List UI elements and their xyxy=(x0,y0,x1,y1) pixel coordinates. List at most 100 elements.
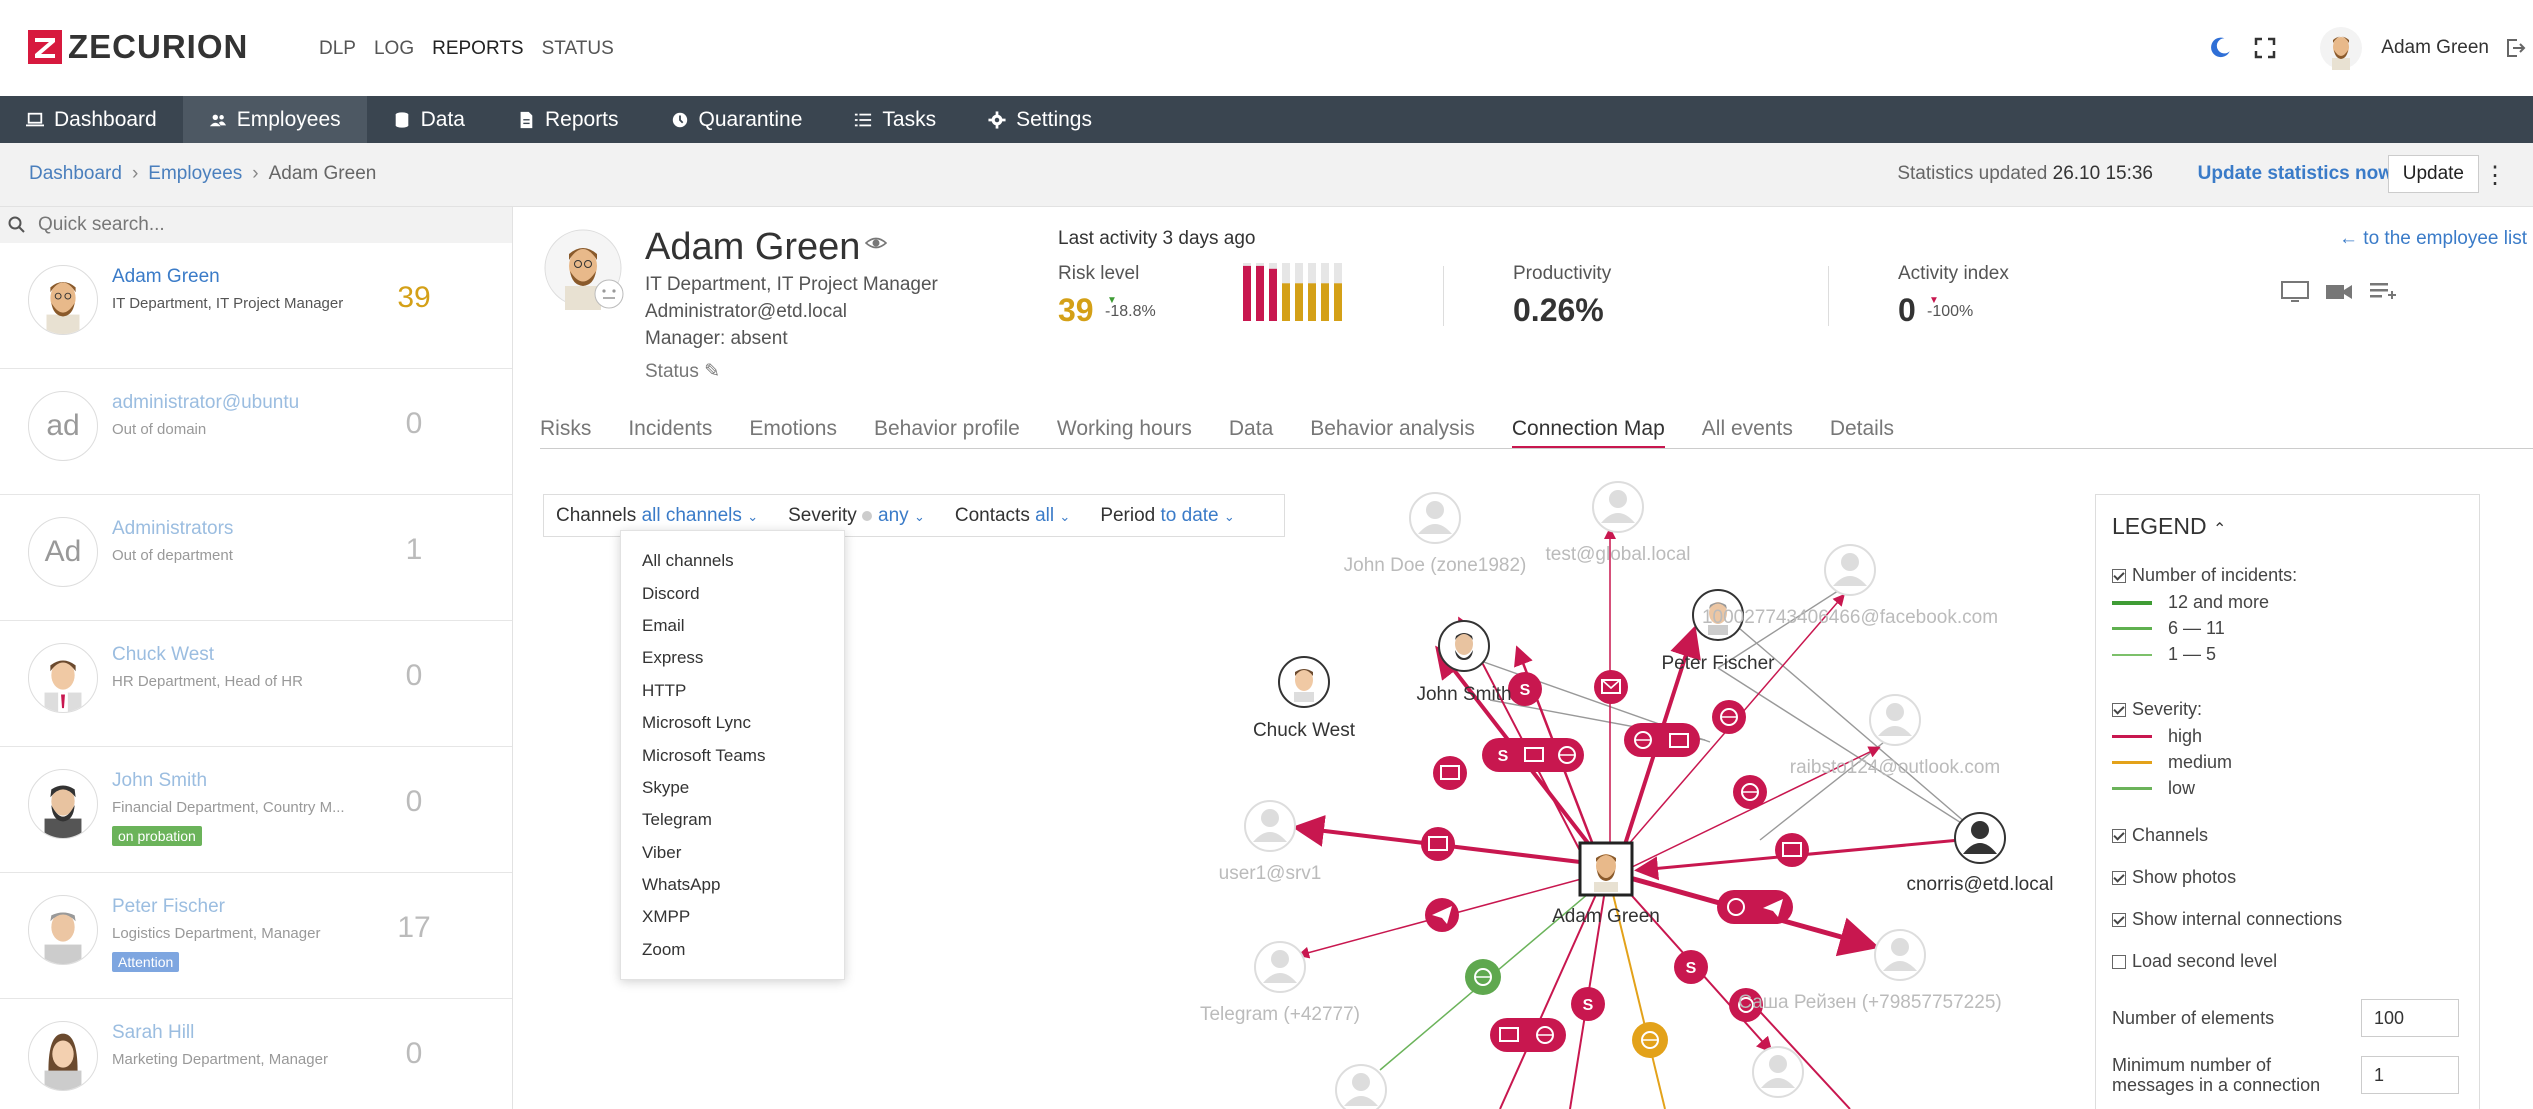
incidents-toggle[interactable]: Number of incidents: xyxy=(2112,565,2297,586)
dropdown-option[interactable]: Skype xyxy=(621,772,844,804)
contact-node[interactable] xyxy=(1335,1064,1387,1109)
nav-quarantine[interactable]: Quarantine xyxy=(645,96,829,143)
fullscreen-icon[interactable] xyxy=(2253,36,2277,60)
back-to-list-link[interactable]: ← to the employee list xyxy=(2339,228,2527,250)
contacts-filter[interactable]: Contacts all ⌄ xyxy=(955,505,1070,527)
period-filter[interactable]: Period to date ⌄ xyxy=(1100,505,1235,527)
employee-name[interactable]: Chuck West xyxy=(112,644,214,666)
checkbox[interactable] xyxy=(2112,912,2126,927)
contact-node[interactable] xyxy=(1244,800,1296,852)
dropdown-option[interactable]: Express xyxy=(621,642,844,674)
nav-tasks[interactable]: Tasks xyxy=(828,96,962,143)
tab-data[interactable]: Data xyxy=(1229,417,1273,448)
list-item[interactable]: John Smith Financial Department, Country… xyxy=(0,747,512,873)
checkbox[interactable] xyxy=(2112,954,2126,969)
topnav-dlp[interactable]: DLP xyxy=(319,38,356,60)
load-second-level-toggle[interactable]: Load second level xyxy=(2112,951,2277,972)
dropdown-option[interactable]: Microsoft Teams xyxy=(621,739,844,771)
nav-employees[interactable]: Employees xyxy=(182,96,367,143)
list-item[interactable]: Chuck West HR Department, Head of HR 0 xyxy=(0,621,512,747)
tab-risks[interactable]: Risks xyxy=(540,417,591,448)
pencil-icon[interactable]: ✎ xyxy=(704,361,720,382)
cnorris-node[interactable] xyxy=(1954,812,2006,864)
employee-name[interactable]: Adam Green xyxy=(112,266,220,288)
nav-reports[interactable]: Reports xyxy=(491,96,645,143)
contact-node[interactable] xyxy=(1752,1046,1804,1098)
more-menu-icon[interactable]: ⋮ xyxy=(2483,161,2507,190)
topnav-status[interactable]: STATUS xyxy=(542,38,614,60)
tab-details[interactable]: Details xyxy=(1830,417,1894,448)
email-badge-icon[interactable] xyxy=(1775,833,1809,867)
tab-connection-map[interactable]: Connection Map xyxy=(1511,417,1665,448)
center-node[interactable] xyxy=(1578,841,1634,897)
checkbox[interactable] xyxy=(2112,870,2126,885)
topnav-reports[interactable]: REPORTS xyxy=(432,38,524,60)
tab-behavior-analysis[interactable]: Behavior analysis xyxy=(1310,417,1475,448)
avatar[interactable] xyxy=(2319,26,2363,70)
eye-icon[interactable] xyxy=(865,232,887,254)
contact-node[interactable] xyxy=(1824,544,1876,596)
dropdown-option[interactable]: Discord xyxy=(621,577,844,609)
employee-name[interactable]: John Smith xyxy=(112,770,207,792)
status-edit[interactable]: Status ✎ xyxy=(645,360,720,383)
dropdown-option[interactable]: All channels xyxy=(621,545,844,577)
playlist-add-icon[interactable] xyxy=(2368,280,2398,304)
legend-toggle[interactable]: LEGEND ⌃ xyxy=(2112,513,2226,540)
breadcrumb-dashboard[interactable]: Dashboard xyxy=(29,163,122,185)
nav-dashboard[interactable]: Dashboard xyxy=(0,96,183,143)
tab-working-hours[interactable]: Working hours xyxy=(1057,417,1192,448)
dropdown-option[interactable]: HTTP xyxy=(621,675,844,707)
severity-toggle[interactable]: Severity: xyxy=(2112,699,2202,720)
chuck-west-node[interactable] xyxy=(1278,656,1330,708)
email-badge-icon[interactable] xyxy=(1433,756,1467,790)
update-statistics-link[interactable]: Update statistics now xyxy=(2198,163,2393,185)
email-badge-icon[interactable] xyxy=(1421,827,1455,861)
topnav-log[interactable]: LOG xyxy=(374,38,414,60)
employee-name[interactable]: Sarah Hill xyxy=(112,1022,194,1044)
user-name[interactable]: Adam Green xyxy=(2381,37,2489,59)
contact-node[interactable] xyxy=(1874,929,1926,981)
severity-filter[interactable]: Severity any ⌄ xyxy=(788,505,925,527)
min-messages-input[interactable]: 1 xyxy=(2361,1056,2459,1094)
tab-behavior-profile[interactable]: Behavior profile xyxy=(874,417,1020,448)
logo[interactable]: ZECURION xyxy=(28,28,248,66)
dropdown-option[interactable]: Viber xyxy=(621,837,844,869)
elements-input[interactable]: 100 xyxy=(2361,999,2459,1037)
contact-node[interactable] xyxy=(1409,492,1461,544)
breadcrumb-employees[interactable]: Employees xyxy=(148,163,242,185)
employee-name[interactable]: Peter Fischer xyxy=(112,896,225,918)
tab-incidents[interactable]: Incidents xyxy=(628,417,712,448)
nav-data[interactable]: Data xyxy=(367,96,491,143)
search-input[interactable]: Quick search... xyxy=(0,207,512,243)
checkbox[interactable] xyxy=(2112,702,2126,717)
show-photos-toggle[interactable]: Show photos xyxy=(2112,867,2236,888)
employee-name[interactable]: Administrators xyxy=(112,518,233,540)
connection-map[interactable]: S S S S John Doe (zone1982) test@global.… xyxy=(1150,470,2100,1109)
employee-name[interactable]: administrator@ubuntu xyxy=(112,392,299,414)
dropdown-option[interactable]: Microsoft Lync xyxy=(621,707,844,739)
list-item[interactable]: Adam Green IT Department, IT Project Man… xyxy=(0,243,512,369)
channels-toggle[interactable]: Channels xyxy=(2112,825,2208,846)
list-item[interactable]: Sarah Hill Marketing Department, Manager… xyxy=(0,999,512,1109)
john-smith-node[interactable] xyxy=(1438,620,1490,672)
show-internal-toggle[interactable]: Show internal connections xyxy=(2112,909,2342,930)
dropdown-option[interactable]: Telegram xyxy=(621,804,844,836)
email-web-badge-icon[interactable] xyxy=(1490,1018,1566,1052)
tab-emotions[interactable]: Emotions xyxy=(749,417,837,448)
update-button[interactable]: Update xyxy=(2387,155,2479,193)
nav-settings[interactable]: Settings xyxy=(962,96,1118,143)
tab-all-events[interactable]: All events xyxy=(1702,417,1793,448)
checkbox[interactable] xyxy=(2112,568,2126,583)
dropdown-option[interactable]: WhatsApp xyxy=(621,869,844,901)
contact-node[interactable] xyxy=(1592,481,1644,533)
list-item[interactable]: Peter Fischer Logistics Department, Mana… xyxy=(0,873,512,999)
dropdown-option[interactable]: Zoom xyxy=(621,934,844,966)
dropdown-option[interactable]: Email xyxy=(621,610,844,642)
monitor-icon[interactable] xyxy=(2280,280,2310,304)
list-item[interactable]: ad administrator@ubuntu Out of domain 0 xyxy=(0,369,512,495)
moon-icon[interactable] xyxy=(2207,35,2233,61)
contact-node[interactable] xyxy=(1869,694,1921,746)
video-camera-icon[interactable] xyxy=(2324,280,2354,304)
contact-node[interactable] xyxy=(1254,941,1306,993)
channels-filter[interactable]: Channels all channels ⌄ xyxy=(556,505,758,527)
